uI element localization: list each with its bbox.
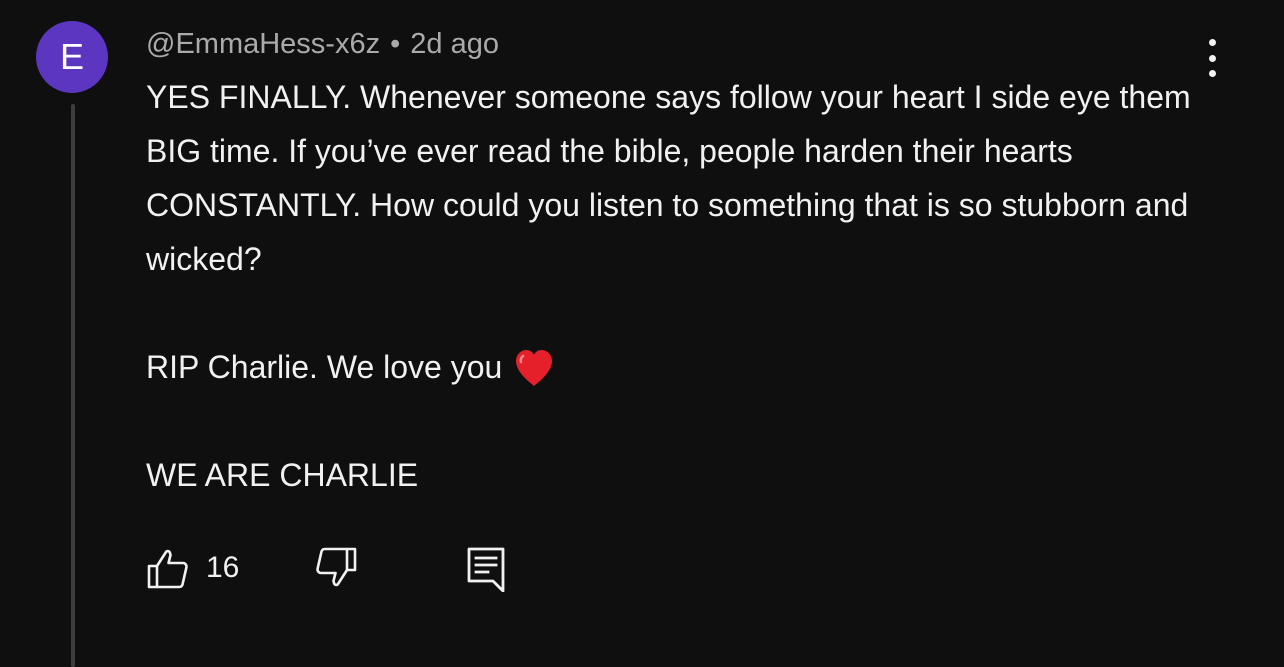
- like-count: 16: [206, 551, 240, 584]
- thumbs-up-icon: [147, 549, 188, 589]
- more-dot: [1208, 70, 1216, 77]
- comment-paragraph: RIP Charlie. We love you: [146, 340, 1206, 394]
- username[interactable]: @EmmaHess-x6z: [146, 28, 380, 60]
- more-dot: [1208, 54, 1216, 62]
- thread-line: [71, 104, 75, 667]
- comment-paragraph: WE ARE CHARLIE: [146, 457, 419, 493]
- reply-comment-icon: [467, 547, 505, 592]
- dislike-button[interactable]: [314, 540, 358, 596]
- comment-paragraph: YES FINALLY. Whenever someone says follo…: [146, 79, 1191, 277]
- more-dot: [1208, 39, 1216, 46]
- avatar-letter: E: [59, 36, 84, 77]
- comment-body: YES FINALLY. Whenever someone says follo…: [146, 70, 1206, 502]
- comment-paragraph-text: RIP Charlie. We love you: [146, 349, 503, 385]
- like-button[interactable]: 16: [146, 540, 239, 596]
- comment-thread: E @EmmaHess-x6z • 2d ago YES FINALLY. When…: [0, 0, 1284, 667]
- timestamp[interactable]: 2d ago: [410, 28, 499, 60]
- comment-header: @EmmaHess-x6z • 2d ago: [146, 26, 499, 62]
- reply-button[interactable]: [466, 540, 506, 596]
- red-heart-icon: [516, 350, 553, 386]
- separator-dot: •: [390, 28, 401, 60]
- thumbs-down-icon: [316, 547, 357, 587]
- avatar[interactable]: E: [36, 21, 108, 93]
